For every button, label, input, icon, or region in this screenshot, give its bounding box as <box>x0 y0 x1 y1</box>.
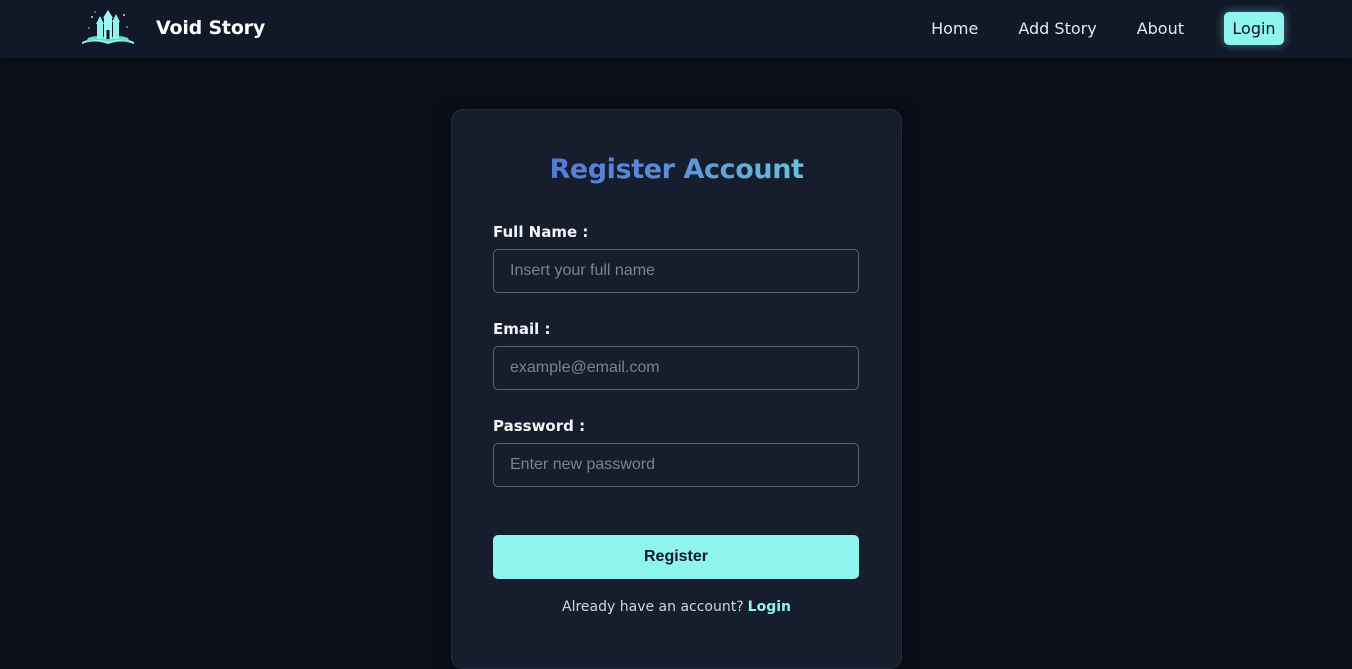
brand[interactable]: Void Story <box>80 8 265 48</box>
nav-link-about[interactable]: About <box>1137 19 1184 38</box>
nav-link-add-story[interactable]: Add Story <box>1018 19 1096 38</box>
castle-book-icon <box>82 10 134 44</box>
brand-name: Void Story <box>156 17 266 39</box>
full-name-input[interactable] <box>493 249 859 293</box>
email-label: Email : <box>493 320 551 338</box>
nav-links: Home Add Story About Login <box>931 12 1284 45</box>
login-prompt-text: Already have an account? <box>562 599 744 615</box>
login-prompt: Already have an account? Login <box>452 599 901 615</box>
email-input[interactable] <box>493 346 859 390</box>
register-card: Register Account Full Name : Email : Pas… <box>451 109 902 669</box>
navbar: Void Story Home Add Story About Login <box>0 0 1352 58</box>
full-name-label: Full Name : <box>493 223 589 241</box>
password-input[interactable] <box>493 443 859 487</box>
nav-link-home[interactable]: Home <box>931 19 978 38</box>
login-link[interactable]: Login <box>748 599 791 615</box>
register-button[interactable]: Register <box>493 535 859 579</box>
nav-login-button[interactable]: Login <box>1224 12 1284 45</box>
password-label: Password : <box>493 417 586 435</box>
page-title: Register Account <box>452 154 901 185</box>
